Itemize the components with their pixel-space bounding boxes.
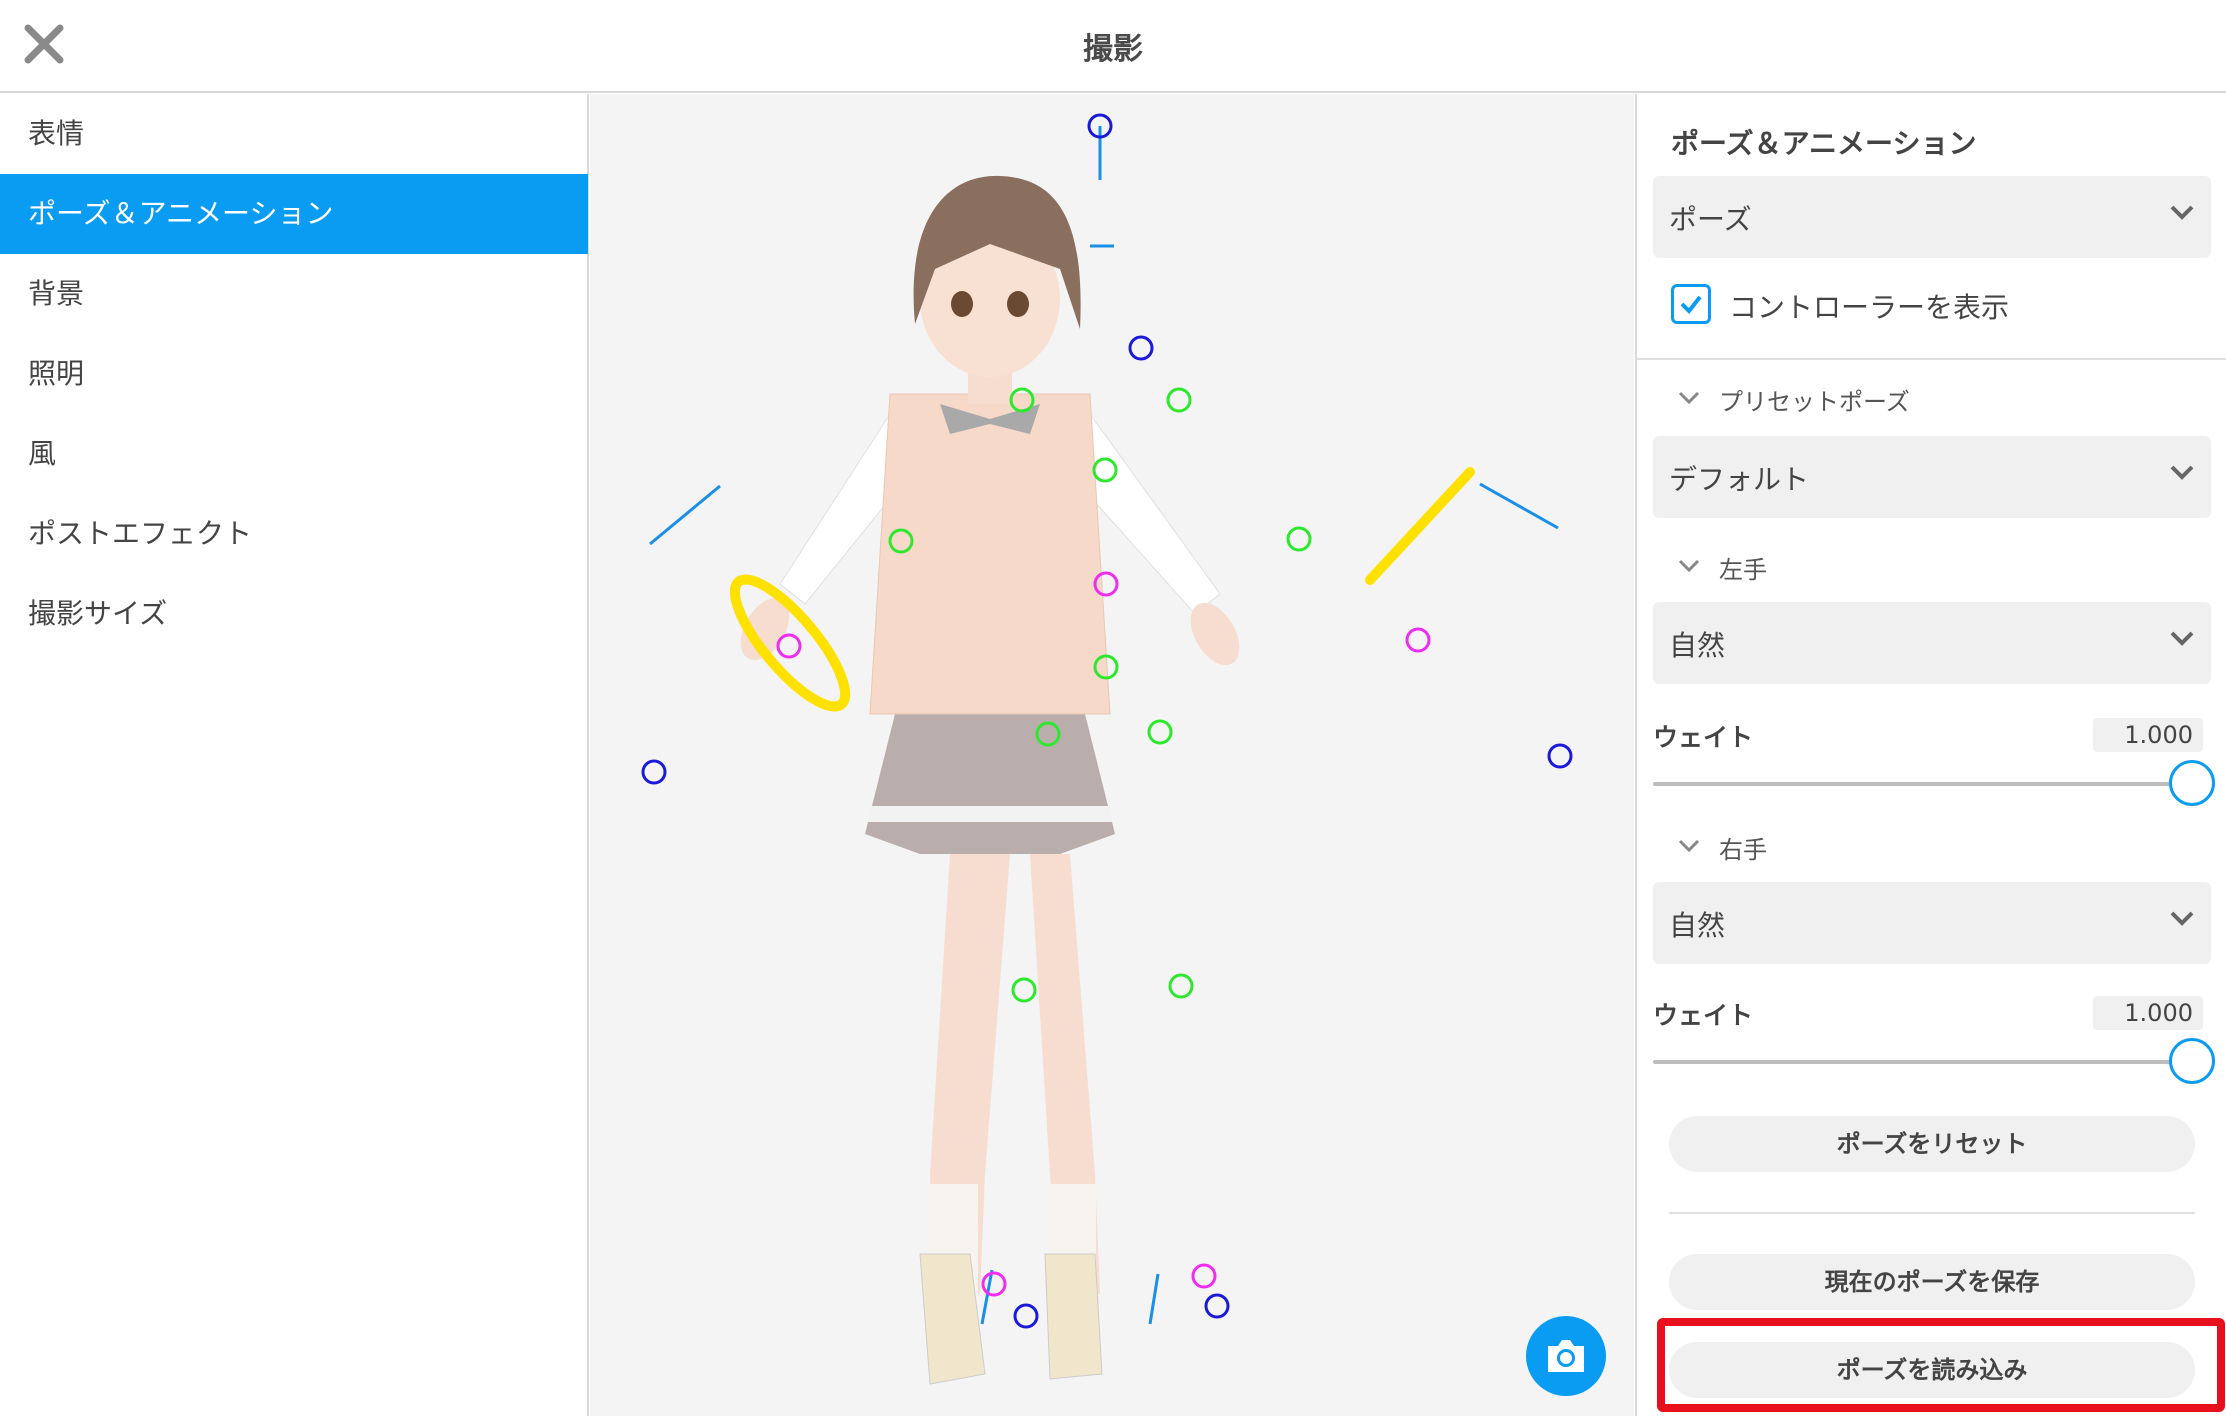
- chevron-down-icon: [2170, 205, 2194, 220]
- sidebar-item-pose-animation[interactable]: ポーズ＆アニメーション: [0, 174, 588, 254]
- show-controller-label: コントローラーを表示: [1729, 291, 2010, 324]
- check-icon: [1680, 295, 1702, 315]
- right-hand-weight-slider-track[interactable]: [1653, 1060, 2211, 1064]
- load-pose-button[interactable]: ポーズを読み込み: [1669, 1342, 2195, 1398]
- avatar-left-eye: [951, 291, 973, 317]
- sidebar-item-wind[interactable]: 風: [0, 414, 588, 494]
- sidebar-item-capture-size[interactable]: 撮影サイズ: [0, 574, 588, 654]
- left-hand-label: 左手: [1719, 556, 1767, 584]
- right-hand-value: 自然: [1669, 909, 1726, 942]
- left-hand-value: 自然: [1669, 629, 1726, 662]
- chevron-down-icon: [2170, 631, 2194, 646]
- avatar-skirt: [865, 714, 1115, 854]
- right-hand-weight-slider-thumb[interactable]: [2169, 1038, 2215, 1084]
- right-hand-weight-value[interactable]: 1.000: [2093, 996, 2203, 1030]
- page-title: 撮影: [1083, 32, 1143, 67]
- right-hand-weight-label: ウェイト: [1653, 1001, 1754, 1030]
- chevron-down-icon: [1678, 839, 1700, 853]
- sidebar-item-lighting[interactable]: 照明: [0, 334, 588, 414]
- divider: [1637, 358, 2226, 360]
- sidebar-item-expression[interactable]: 表情: [0, 94, 588, 174]
- avatar-scene: [641, 113, 1573, 1385]
- left-hand-weight-slider-track[interactable]: [1653, 782, 2211, 786]
- right-hand-ik-ring: [1365, 467, 1475, 585]
- chevron-down-icon: [2170, 465, 2194, 480]
- preset-pose-value: デフォルト: [1669, 463, 1810, 496]
- left-hand-weight-slider-thumb[interactable]: [2169, 760, 2215, 806]
- preset-pose-label: プリセットポーズ: [1719, 388, 1910, 416]
- avatar-vest: [869, 393, 1111, 715]
- sidebar-item-post-effect[interactable]: ポストエフェクト: [0, 494, 588, 574]
- chevron-down-icon: [1678, 559, 1700, 573]
- reset-pose-button[interactable]: ポーズをリセット: [1669, 1116, 2195, 1172]
- left-hand-weight-value[interactable]: 1.000: [2093, 718, 2203, 752]
- top-bar: 撮影: [0, 0, 2226, 93]
- avatar-skirt-stripe: [868, 806, 1112, 822]
- model-viewport[interactable]: [590, 94, 1634, 1416]
- mode-select[interactable]: ポーズ: [1653, 176, 2211, 258]
- sidebar-item-background[interactable]: 背景: [0, 254, 588, 334]
- mode-select-value: ポーズ: [1669, 203, 1752, 236]
- chevron-down-icon: [1678, 391, 1700, 405]
- camera-icon[interactable]: [1526, 1316, 1606, 1396]
- avatar-right-shoe: [1044, 1253, 1103, 1380]
- preset-pose-select[interactable]: デフォルト: [1653, 436, 2211, 518]
- settings-panel: ポーズ＆アニメーション ポーズ コントローラーを表示 プリセットポーズ デフォル…: [1635, 94, 2226, 1416]
- save-pose-button[interactable]: 現在のポーズを保存: [1669, 1254, 2195, 1310]
- right-hand-label: 右手: [1719, 836, 1767, 864]
- divider: [1669, 1212, 2195, 1214]
- chevron-down-icon: [2170, 911, 2194, 926]
- panel-heading: ポーズ＆アニメーション: [1671, 127, 1977, 160]
- checkbox-box[interactable]: [1671, 284, 1711, 324]
- right-hand-select[interactable]: 自然: [1653, 882, 2211, 964]
- left-hand-weight-label: ウェイト: [1653, 723, 1754, 752]
- avatar-right-eye: [1007, 291, 1029, 317]
- category-sidebar: 表情 ポーズ＆アニメーション 背景 照明 風 ポストエフェクト 撮影サイズ: [0, 94, 589, 1416]
- left-hand-select[interactable]: 自然: [1653, 602, 2211, 684]
